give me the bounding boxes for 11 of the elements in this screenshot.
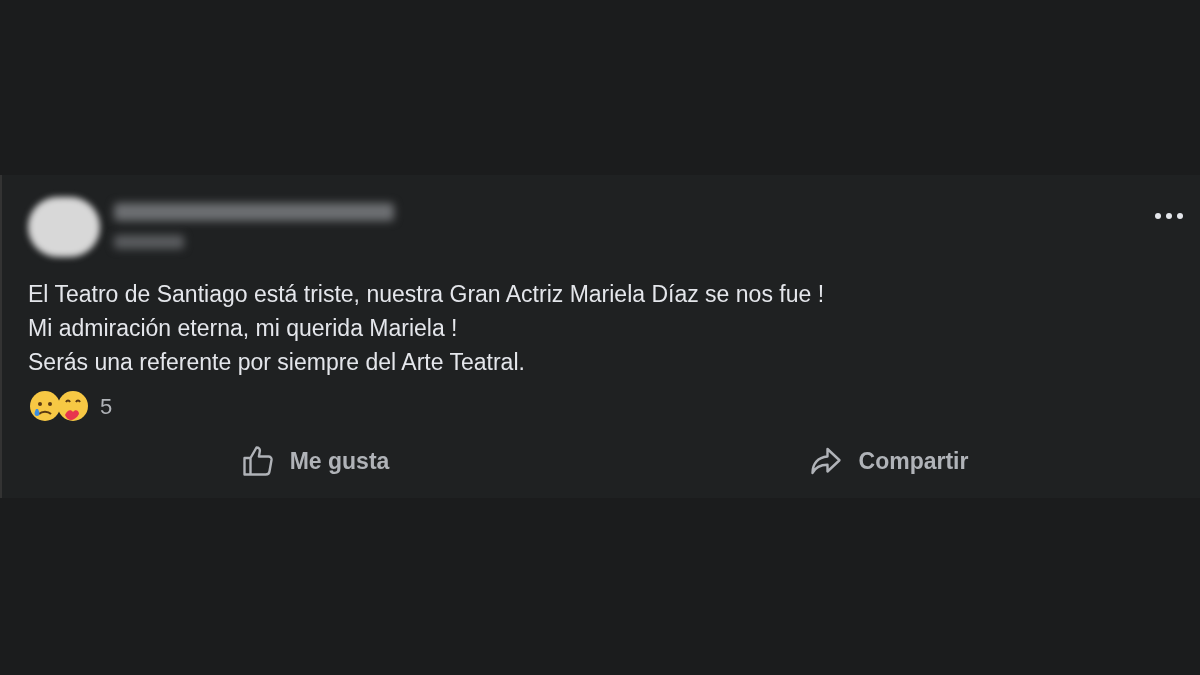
crying-face-icon (28, 389, 62, 423)
post-text: El Teatro de Santiago está triste, nuestra Gran Actriz Mariela Díaz se nos fue ! (28, 280, 826, 309)
reaction-count: 5 (100, 392, 113, 421)
post-text: Mi admiración eterna, mi querida Mariela ! (28, 314, 459, 343)
blurred-timestamp (114, 235, 184, 249)
more-options-icon[interactable] (1154, 211, 1184, 221)
hugging-face-icon (56, 389, 90, 423)
post-text: Serás una referente por siempre del Arte Teatral. (28, 348, 526, 377)
avatar-placeholder (28, 197, 100, 257)
like-button[interactable]: Me gusta (28, 435, 601, 487)
share-button[interactable]: Compartir (601, 435, 1174, 487)
